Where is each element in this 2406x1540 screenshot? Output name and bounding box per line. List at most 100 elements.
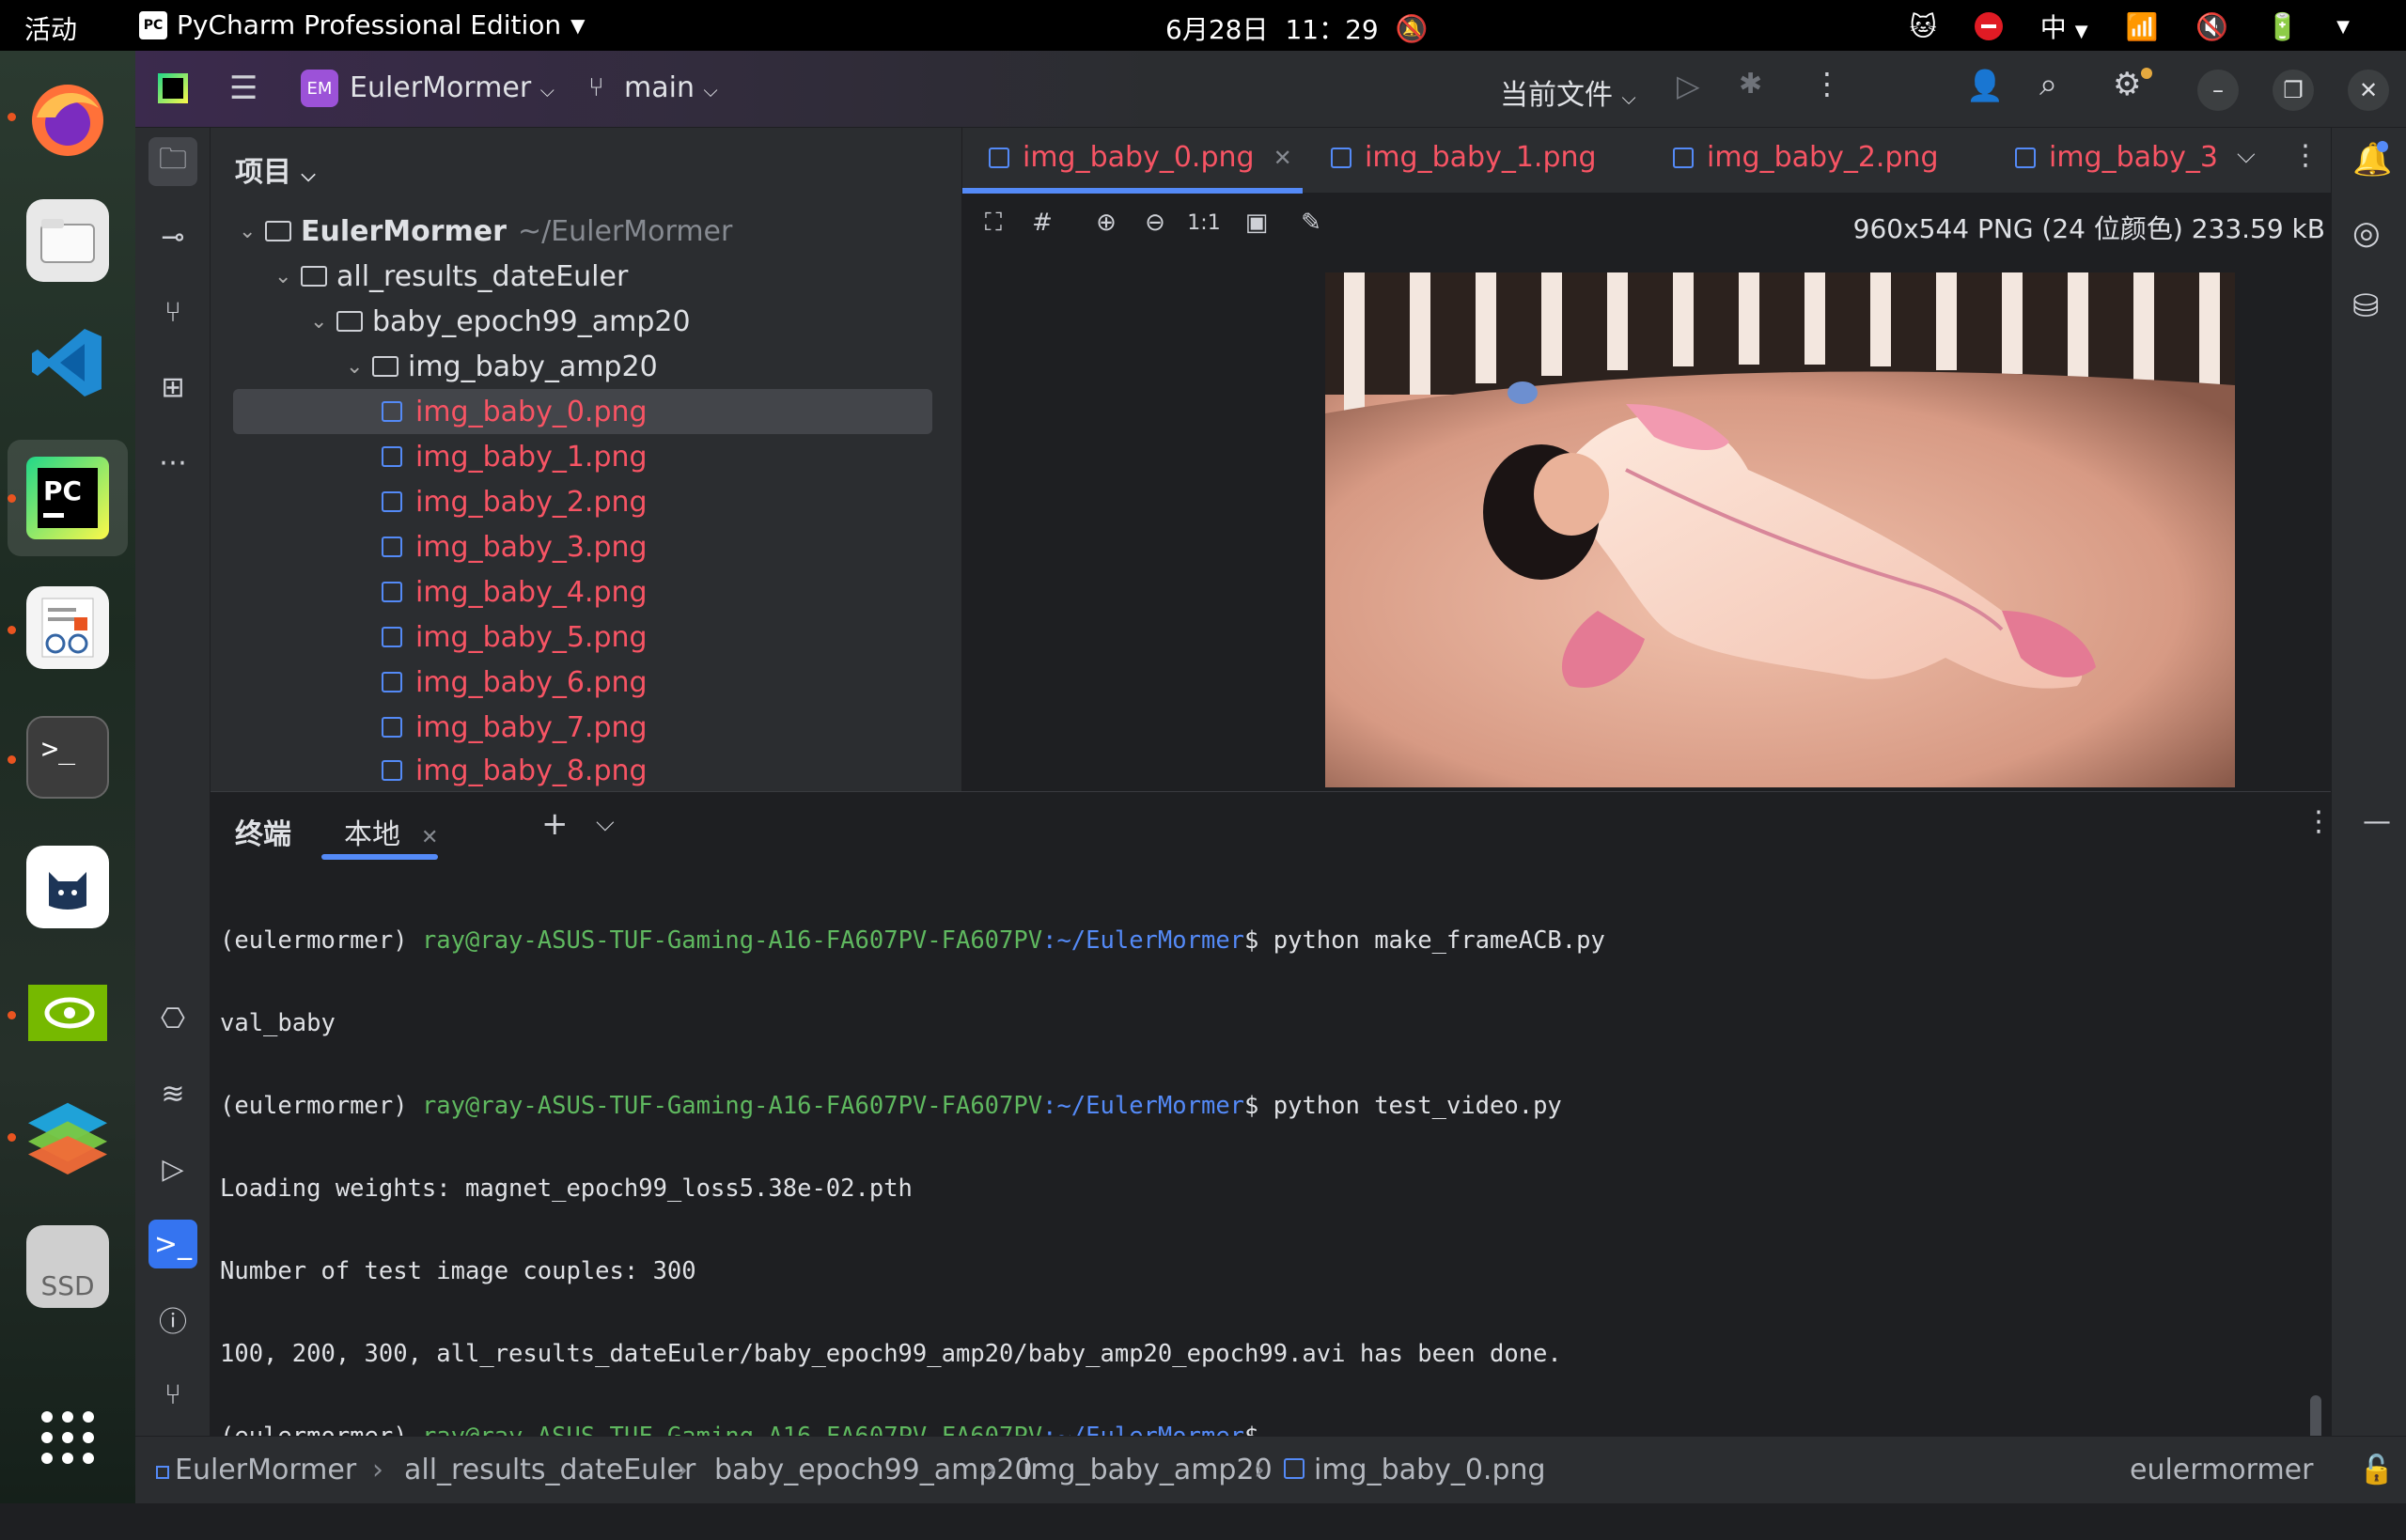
python-interpreter[interactable]: eulermormer: [2130, 1454, 2313, 1486]
fit-to-window-icon[interactable]: ⛶: [979, 209, 1008, 237]
tree-file[interactable]: img_baby_8.png: [211, 750, 934, 791]
editor-tab[interactable]: img_baby_1.png: [1331, 141, 1597, 174]
run-config-selector[interactable]: 当前文件 ⌵: [1500, 71, 1636, 113]
chessboard-icon[interactable]: ▣: [1242, 209, 1271, 237]
tree-file[interactable]: img_baby_1.png: [211, 434, 934, 479]
tree-file[interactable]: img_baby_6.png: [211, 660, 934, 705]
more-tools-icon[interactable]: ⋯: [148, 438, 197, 487]
tree-file[interactable]: img_baby_3.png: [211, 524, 934, 569]
project-folder-icon[interactable]: 🗀: [148, 137, 197, 186]
problems-icon[interactable]: ⓘ: [148, 1295, 197, 1344]
do-not-disturb-icon[interactable]: [1974, 12, 2003, 40]
python-console-icon[interactable]: ⎔: [148, 994, 197, 1043]
breadcrumb-item[interactable]: img_baby_0.png: [1284, 1454, 1546, 1486]
image-file-icon: [382, 760, 402, 781]
wifi-icon[interactable]: 📶: [2126, 11, 2159, 42]
editor-tab[interactable]: img_baby_2.png: [1673, 141, 1939, 174]
chevron-down-icon[interactable]: ⌵: [596, 809, 615, 838]
terminal-app-icon[interactable]: >_: [26, 716, 109, 799]
new-tab-icon[interactable]: +: [541, 805, 569, 843]
activities-button[interactable]: 活动: [24, 9, 77, 47]
zoom-out-icon[interactable]: ⊖: [1141, 209, 1169, 237]
firefox-icon[interactable]: [26, 79, 109, 162]
clock[interactable]: 6月28日 11：29 🔕: [1165, 9, 1429, 47]
debug-icon[interactable]: ✱: [1739, 68, 1762, 101]
terminal-tab-local[interactable]: 本地 ✕: [344, 811, 438, 852]
ide-title-bar: ☰ EM EulerMormer ⌵ ⑂ main ⌵ 当前文件 ⌵ ▷ ✱ ⋮…: [135, 51, 2406, 128]
main-menu-icon[interactable]: ☰: [229, 70, 258, 107]
breadcrumb-item[interactable]: EulerMormer: [156, 1454, 356, 1486]
color-picker-icon[interactable]: ✎: [1297, 209, 1325, 237]
tree-file[interactable]: img_baby_0.png: [233, 389, 932, 434]
editor-tab[interactable]: img_baby_3: [2015, 141, 2231, 174]
tree-file[interactable]: img_baby_7.png: [211, 705, 934, 750]
editor-tab-active[interactable]: img_baby_0.png ✕: [989, 141, 1292, 174]
tree-file[interactable]: img_baby_5.png: [211, 614, 934, 660]
pycharm-icon[interactable]: PC: [26, 457, 109, 539]
structure-icon[interactable]: ⊞: [148, 363, 197, 412]
tree-folder[interactable]: ⌄ img_baby_amp20: [211, 344, 934, 389]
tree-file[interactable]: img_baby_4.png: [211, 569, 934, 614]
image-file-icon: [1284, 1458, 1305, 1479]
tree-folder[interactable]: ⌄ baby_epoch99_amp20: [211, 299, 934, 344]
layers-icon[interactable]: ≋: [148, 1069, 197, 1118]
search-icon[interactable]: ⌕: [2039, 66, 2057, 103]
volume-muted-icon[interactable]: 🔇: [2195, 11, 2228, 42]
ssd-drive-icon[interactable]: SSD: [26, 1225, 109, 1308]
close-tab-icon[interactable]: ✕: [421, 826, 438, 849]
crop-grid-icon[interactable]: #: [1028, 209, 1056, 237]
app-menu[interactable]: PC PyCharm Professional Edition ▼: [139, 9, 586, 40]
add-user-icon[interactable]: 👤: [1966, 68, 2004, 103]
git-icon[interactable]: ⑂: [148, 1370, 197, 1419]
close-tab-icon[interactable]: ✕: [1273, 145, 1292, 171]
folder-icon: [265, 221, 291, 241]
tabs-more-icon[interactable]: ⋮: [2291, 139, 2320, 172]
more-actions-icon[interactable]: ⋮: [1812, 66, 1842, 101]
file-name: img_baby_3.png: [415, 530, 648, 564]
restore-button[interactable]: ❐: [2273, 70, 2314, 111]
actual-size-button[interactable]: 1:1: [1187, 209, 1220, 237]
notifications-muted-icon: 🔕: [1395, 12, 1429, 44]
run-icon[interactable]: ▷: [1677, 68, 1700, 103]
services-icon[interactable]: ▷: [148, 1144, 197, 1193]
lock-icon[interactable]: 🔓: [2359, 1454, 2394, 1486]
cat-app-icon[interactable]: [26, 846, 109, 928]
hide-panel-icon[interactable]: —: [2363, 805, 2391, 838]
vscode-icon[interactable]: [26, 321, 109, 404]
battery-icon[interactable]: 🔋: [2266, 11, 2299, 42]
branch-selector[interactable]: main ⌵: [624, 71, 718, 104]
folder-name: all_results_dateEuler: [336, 259, 629, 293]
commit-icon[interactable]: ⊸: [148, 212, 197, 261]
document-viewer-icon[interactable]: [26, 586, 109, 669]
module-icon: [156, 1466, 169, 1479]
update-badge: [2141, 68, 2152, 79]
zoom-in-icon[interactable]: ⊕: [1092, 209, 1120, 237]
close-button[interactable]: ✕: [2348, 70, 2389, 111]
layers-app-icon[interactable]: [26, 1094, 109, 1176]
breadcrumb-item[interactable]: all_results_dateEuler: [404, 1454, 695, 1486]
image-info: 960x544 PNG (24 位颜色) 233.59 kB: [1852, 213, 2325, 244]
settings-gear-icon[interactable]: ⚙: [2113, 66, 2141, 103]
nvidia-settings-icon[interactable]: [26, 972, 109, 1054]
tree-folder[interactable]: ⌄ all_results_dateEuler: [211, 254, 934, 299]
project-panel-header[interactable]: 项目 ⌵: [235, 148, 316, 190]
terminal-options-icon[interactable]: ⋮: [2304, 805, 2333, 838]
pull-requests-icon[interactable]: ⑂: [148, 288, 197, 336]
show-apps-icon[interactable]: [26, 1396, 109, 1479]
files-icon[interactable]: [26, 199, 109, 282]
database-icon[interactable]: ⛁: [2352, 288, 2380, 325]
tree-root[interactable]: ⌄ EulerMormer ~/EulerMormer: [211, 209, 934, 254]
breadcrumb-separator: ›: [985, 1454, 996, 1486]
tree-file[interactable]: img_baby_2.png: [211, 479, 934, 524]
cat-tray-icon[interactable]: 🐱: [1910, 11, 1937, 42]
project-selector[interactable]: EulerMormer ⌵: [350, 71, 555, 104]
input-method-indicator[interactable]: 中 ▼: [2040, 8, 2088, 45]
system-status-area[interactable]: 🐱 中 ▼ 📶 🔇 🔋 ▼: [1910, 8, 2350, 45]
ai-assistant-icon[interactable]: ◎: [2352, 214, 2381, 252]
breadcrumb-item[interactable]: img_baby_amp20: [1023, 1454, 1273, 1486]
tabs-dropdown-icon[interactable]: ⌵: [2237, 141, 2256, 170]
chevron-down-icon[interactable]: ▼: [2336, 17, 2350, 37]
terminal-icon[interactable]: >_: [148, 1220, 197, 1268]
minimize-button[interactable]: –: [2197, 70, 2239, 111]
prompt-env: (eulermormer): [220, 1092, 422, 1120]
